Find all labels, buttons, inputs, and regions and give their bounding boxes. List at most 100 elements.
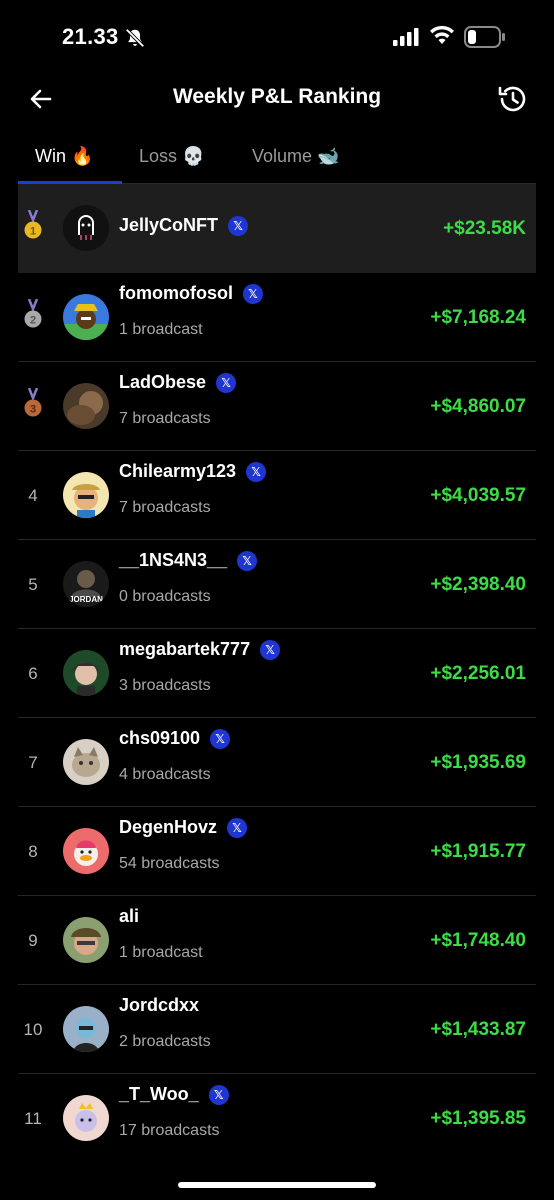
x-verified-icon: 𝕏 [246, 461, 267, 482]
pnl-value: +$1,433.87 [430, 1019, 526, 1040]
ranking-row[interactable]: 9 ali 1 broadcast +$1,748.40 [18, 896, 536, 985]
broadcast-count: 3 broadcasts [119, 677, 211, 694]
broadcast-count: 7 broadcasts [119, 410, 211, 427]
x-verified-icon: 𝕏 [237, 550, 258, 571]
username[interactable]: megabartek777 [119, 639, 250, 660]
svg-text:3: 3 [30, 404, 36, 416]
silver-medal-icon: 2 [24, 299, 42, 328]
avatar[interactable] [63, 294, 109, 340]
signal-icon [393, 28, 419, 46]
rank-number: 8 [28, 842, 38, 861]
broadcast-count: 54 broadcasts [119, 855, 220, 872]
ranking-row[interactable]: 3 LadObese 𝕏 7 broadcasts +$4,860.07 [18, 362, 536, 451]
x-verified-icon: 𝕏 [210, 728, 231, 749]
x-verified-icon: 𝕏 [260, 639, 281, 660]
x-verified-icon: 𝕏 [228, 215, 249, 236]
user-name-line: __1NS4N3__ 𝕏 [119, 550, 258, 571]
avatar[interactable] [63, 472, 109, 518]
user-name-line: DegenHovz 𝕏 [119, 817, 248, 838]
username[interactable]: ali [119, 906, 139, 927]
ranking-row[interactable]: 8 DegenHovz 𝕏 54 broadcasts +$1,915.77 [18, 807, 536, 896]
pnl-value: +$1,915.77 [430, 841, 526, 862]
x-verified-icon: 𝕏 [227, 817, 248, 838]
page-title: Weekly P&L Ranking [172, 85, 382, 108]
username[interactable]: DegenHovz [119, 817, 217, 838]
username[interactable]: chs09100 [119, 728, 200, 749]
user-name-line: chs09100 𝕏 [119, 728, 231, 749]
rank-number: 7 [28, 753, 38, 772]
rank-number: 9 [28, 931, 38, 950]
history-icon[interactable] [496, 82, 530, 116]
pnl-value: +$2,256.01 [430, 663, 526, 684]
tab-volume[interactable]: Volume 🐋 [252, 146, 339, 167]
user-name-line: Jordcdxx [119, 995, 199, 1016]
bronze-medal-icon: 3 [24, 388, 42, 417]
broadcast-count: 1 broadcast [119, 944, 203, 961]
broadcast-count: 7 broadcasts [119, 499, 211, 516]
username[interactable]: fomomofosol [119, 283, 233, 304]
pnl-value: +$1,748.40 [430, 930, 526, 951]
x-verified-icon: 𝕏 [216, 372, 237, 393]
pnl-value: +$4,860.07 [430, 396, 526, 417]
pnl-value: +$23.58K [443, 218, 526, 239]
broadcast-count: 4 broadcasts [119, 766, 211, 783]
user-name-line: ali [119, 906, 139, 927]
pnl-value: +$7,168.24 [430, 307, 526, 328]
user-name-line: Chilearmy123 𝕏 [119, 461, 267, 482]
username[interactable]: JellyCoNFT [119, 215, 218, 236]
avatar[interactable] [63, 650, 109, 696]
ranking-row[interactable]: 11 _T_Woo_ 𝕏 17 broadcasts +$1,395.85 [18, 1074, 536, 1163]
avatar[interactable] [63, 739, 109, 785]
broadcast-count: 0 broadcasts [119, 588, 211, 605]
svg-text:2: 2 [30, 315, 36, 327]
avatar[interactable] [63, 1006, 109, 1052]
bell-off-icon [125, 28, 145, 48]
ranking-row[interactable]: 4 Chilearmy123 𝕏 7 broadcasts +$4,039.57 [18, 451, 536, 540]
avatar[interactable]: JORDAN [63, 561, 109, 607]
username[interactable]: _T_Woo_ [119, 1084, 199, 1105]
rank-number: 11 [24, 1109, 42, 1128]
gold-medal-icon: 1 [24, 210, 42, 239]
avatar[interactable] [63, 1095, 109, 1141]
pnl-value: +$1,395.85 [430, 1108, 526, 1129]
avatar[interactable] [63, 383, 109, 429]
broadcast-count: 2 broadcasts [119, 1033, 211, 1050]
tab-bar: Win 🔥 Loss 💀 Volume 🐋 [18, 136, 536, 184]
avatar[interactable] [63, 205, 109, 251]
pnl-value: +$4,039.57 [430, 485, 526, 506]
tab-loss[interactable]: Loss 💀 [139, 146, 204, 167]
ranking-row[interactable]: 6 megabartek777 𝕏 3 broadcasts +$2,256.0… [18, 629, 536, 718]
status-bar: 21.33 [0, 0, 554, 70]
status-time: 21.33 [62, 24, 119, 49]
ranking-row[interactable]: 2 fomomofosol 𝕏 1 broadcast +$7,168.24 [18, 273, 536, 362]
username[interactable]: LadObese [119, 372, 206, 393]
username[interactable]: Chilearmy123 [119, 461, 236, 482]
broadcast-count: 17 broadcasts [119, 1122, 220, 1139]
x-verified-icon: 𝕏 [243, 283, 263, 304]
battery-icon [464, 26, 505, 48]
username[interactable]: Jordcdxx [119, 995, 199, 1016]
user-name-line: megabartek777 𝕏 [119, 639, 281, 660]
svg-text:1: 1 [30, 226, 36, 238]
avatar[interactable] [63, 917, 109, 963]
wifi-icon [430, 25, 454, 44]
username[interactable]: __1NS4N3__ [119, 550, 227, 571]
user-name-line: fomomofosol 𝕏 [119, 283, 263, 304]
tab-win[interactable]: Win 🔥 [35, 146, 93, 167]
x-verified-icon: 𝕏 [208, 1084, 229, 1105]
avatar[interactable] [63, 828, 109, 874]
user-name-line: JellyCoNFT 𝕏 [119, 215, 249, 236]
rank-number: 6 [28, 664, 38, 683]
ranking-row[interactable]: 10 Jordcdxx 2 broadcasts +$1,433.87 [18, 985, 536, 1074]
pnl-value: +$2,398.40 [430, 574, 526, 595]
ranking-row[interactable]: 5 JORDAN __1NS4N3__ 𝕏 0 broadcasts +$2,3… [18, 540, 536, 629]
svg-text:JORDAN: JORDAN [69, 595, 103, 604]
home-indicator[interactable] [178, 1182, 376, 1188]
rank-number: 4 [28, 486, 38, 505]
rank-number: 10 [23, 1020, 43, 1039]
header: Weekly P&L Ranking [0, 76, 554, 122]
ranking-row[interactable]: 1 JellyCoNFT 𝕏 +$23.58K [18, 184, 536, 273]
broadcast-count: 1 broadcast [119, 321, 203, 338]
ranking-row[interactable]: 7 chs09100 𝕏 4 broadcasts +$1,935.69 [18, 718, 536, 807]
rank-number: 5 [28, 575, 38, 594]
